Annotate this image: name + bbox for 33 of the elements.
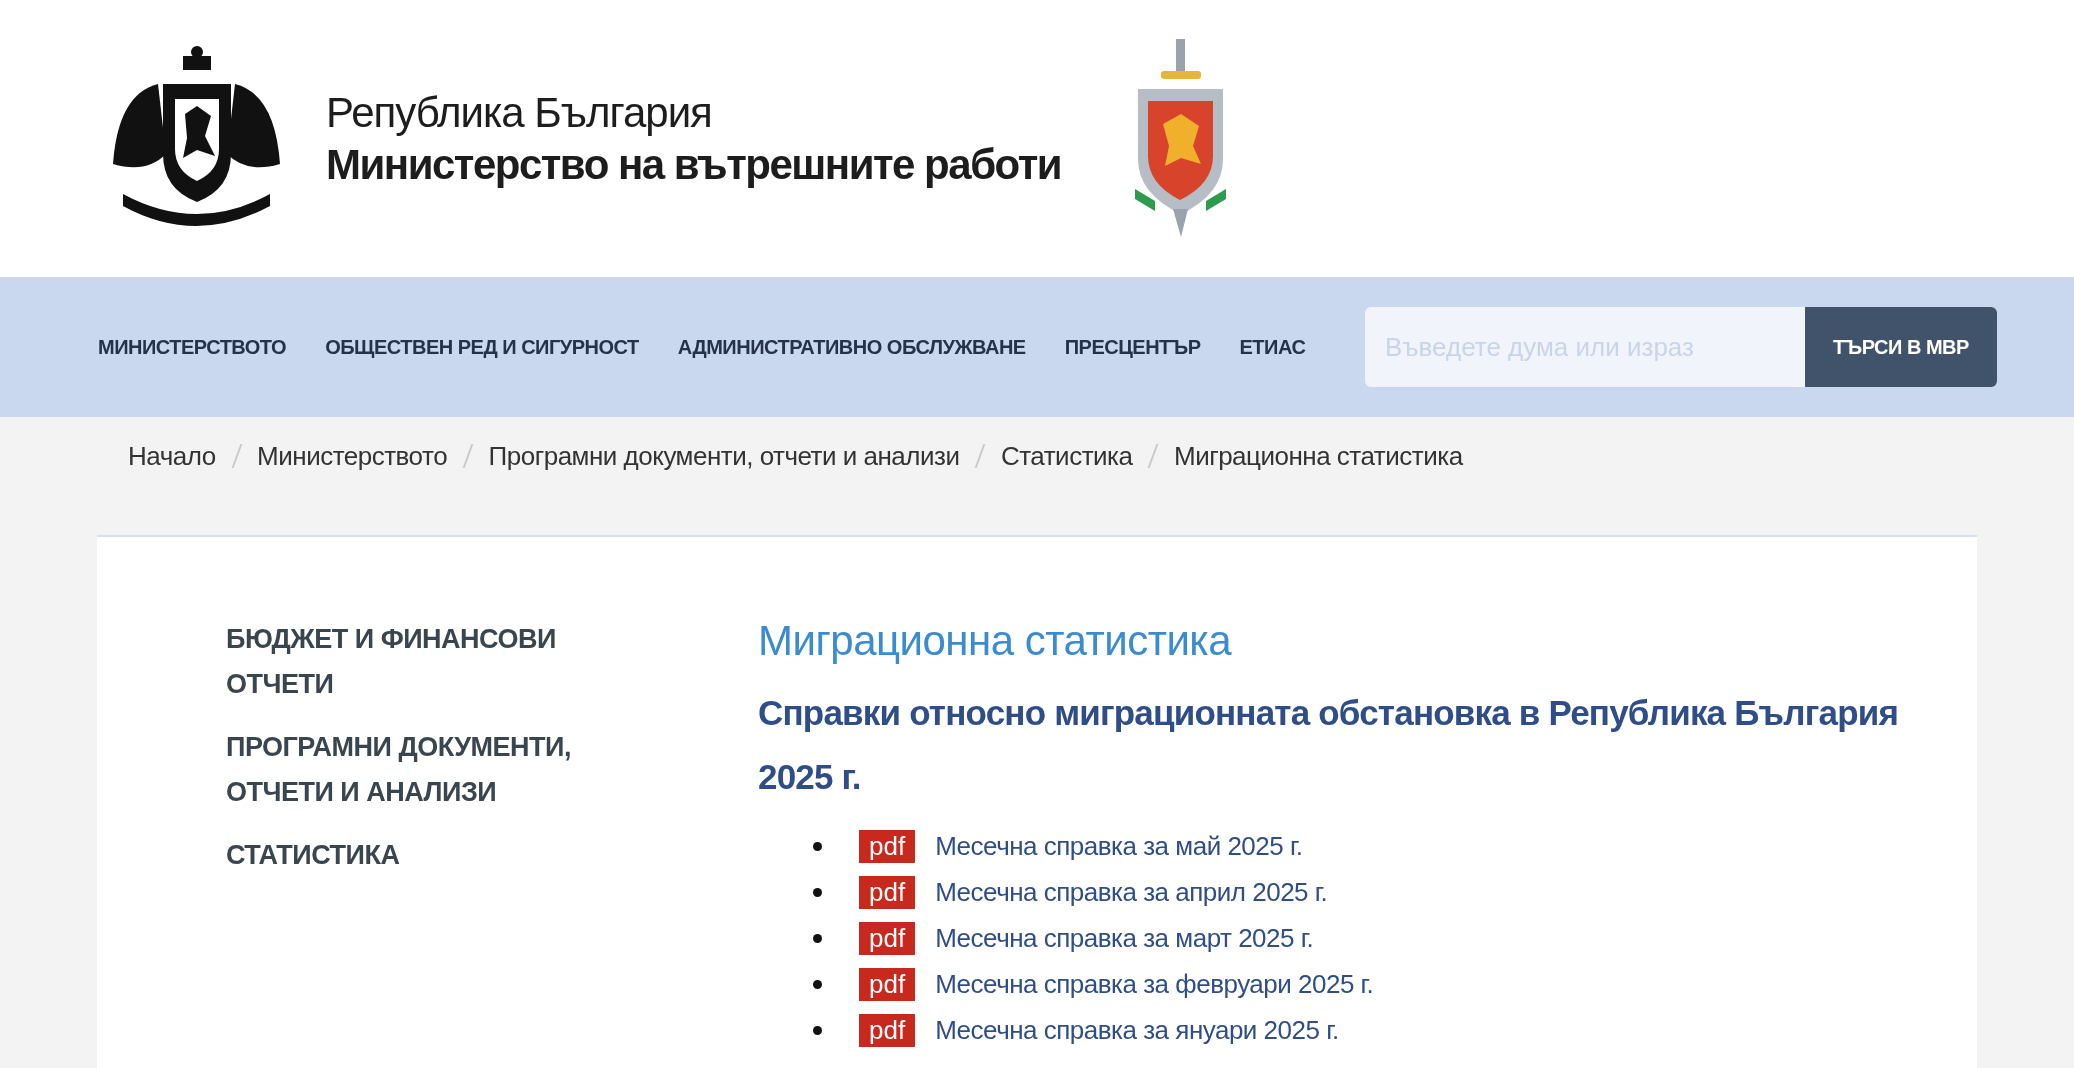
bullet-icon [813,1025,822,1035]
sidebar-link[interactable]: БЮДЖЕТ И ФИНАНСОВИ ОТЧЕТИ [226,617,616,707]
bullet-icon [813,979,822,989]
pdf-badge: pdf [859,967,916,1001]
bullet-icon [813,933,822,943]
breadcrumb-link[interactable]: Министерството [257,440,448,472]
breadcrumb-link[interactable]: Статистика [1000,440,1133,472]
country-name: Република България [326,88,713,137]
sidebar-link[interactable]: ПРОГРАМНИ ДОКУМЕНТИ, ОТЧЕТИ И АНАЛИЗИ [226,725,616,815]
document-link[interactable]: Месечна справка за май 2025 г. [935,830,1303,862]
breadcrumb-link[interactable]: Начало [128,440,216,472]
breadcrumb-link[interactable]: Програмни документи, отчети и анализи [488,440,960,472]
nav-link[interactable]: ЕТИАС [1239,335,1306,359]
pdf-badge: pdf [859,921,916,955]
nav-link[interactable]: АДМИНИСТРАТИВНО ОБСЛУЖВАНЕ [677,335,1026,359]
document-link[interactable]: Месечна справка за март 2025 г. [935,922,1314,954]
pdf-badge: pdf [859,875,916,909]
document-link[interactable]: Месечна справка за април 2025 г. [935,876,1328,908]
pdf-badge: pdf [859,829,916,863]
bullet-icon [813,887,822,897]
sidebar-link[interactable]: СТАТИСТИКА [226,833,616,878]
pdf-badge: pdf [859,1013,916,1047]
page-title: Миграционна статистика [758,617,1233,665]
document-link[interactable]: Месечна справка за февруари 2025 г. [935,968,1374,1000]
document-link[interactable]: Месечна справка за януари 2025 г. [935,1014,1339,1046]
current-page-title: Миграционна статистика [1174,440,1463,472]
bullet-icon [813,841,822,851]
search-button[interactable]: ТЪРСИ В МВР [1805,307,1997,387]
nav-link[interactable]: МИНИСТЕРСТВОТО [98,335,287,359]
nav-link[interactable]: ОБЩЕСТВЕН РЕД И СИГУРНОСТ [325,335,639,359]
section-heading: Справки относно миграционната обстановка в Република България 2025 г. [758,692,1900,798]
ministry-name: Министерство на вътрешните работи [326,140,1062,189]
nav-link[interactable]: ПРЕСЦЕНТЪР [1064,335,1201,359]
